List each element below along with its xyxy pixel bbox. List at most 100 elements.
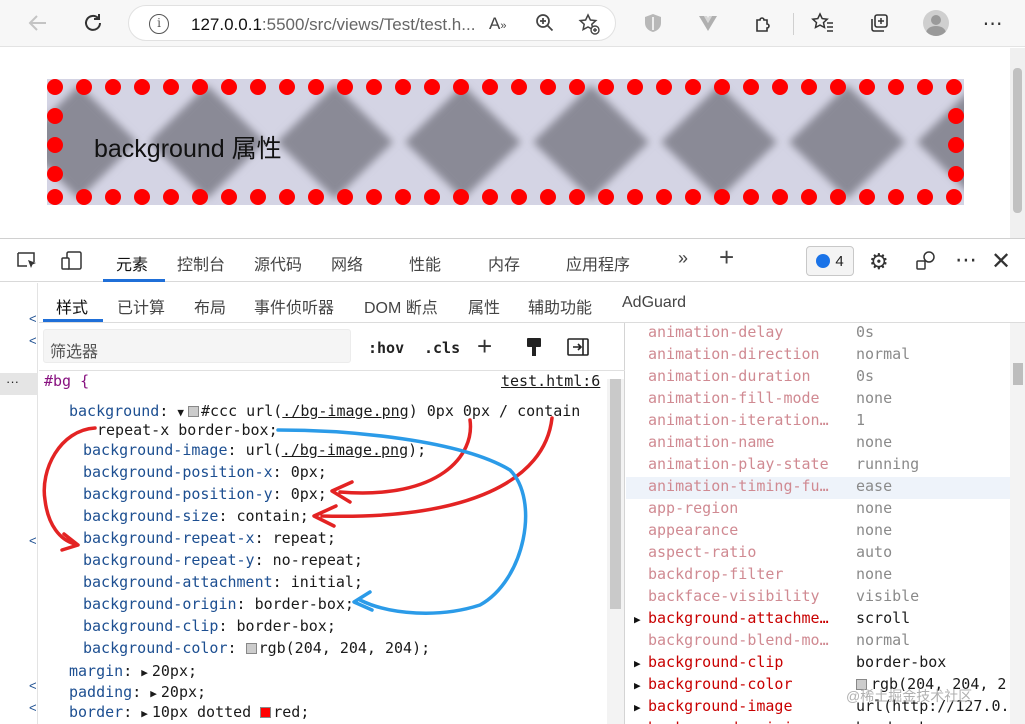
toggle-sidebar-icon[interactable]	[567, 338, 589, 361]
extensions-icon[interactable]	[749, 8, 779, 38]
computed-row[interactable]: backdrop-filter none	[626, 565, 1010, 587]
tab-performance[interactable]: 性能	[409, 251, 441, 275]
settings-gear-icon[interactable]: ⚙	[869, 249, 889, 275]
subtab-styles[interactable]: 样式	[56, 294, 88, 318]
computed-row[interactable]: animation-iteration… 1	[626, 411, 1010, 433]
color-swatch[interactable]	[188, 406, 199, 417]
computed-row[interactable]: appearance none	[626, 521, 1010, 543]
page-scroll-thumb[interactable]	[1013, 68, 1022, 213]
tab-elements[interactable]: 元素	[116, 251, 148, 275]
subtab-computed[interactable]: 已计算	[117, 294, 165, 318]
computed-row[interactable]: animation-duration 0s	[626, 367, 1010, 389]
computed-row[interactable]: animation-direction normal	[626, 345, 1010, 367]
info-icon[interactable]: i	[149, 14, 169, 34]
computed-prop-value: none	[856, 433, 893, 451]
tab-console[interactable]: 控制台	[177, 251, 225, 275]
computed-scroll-thumb[interactable]	[1013, 363, 1023, 385]
border-declaration[interactable]: border: ▶ 10px dotted red;	[69, 703, 309, 721]
read-aloud-icon[interactable]: A»	[489, 14, 506, 34]
padding-declaration[interactable]: padding: ▶ 20px;	[69, 683, 206, 701]
hov-button[interactable]: :hov	[368, 339, 404, 357]
expand-triangle-icon[interactable]: ▶	[634, 657, 641, 670]
refresh-icon[interactable]	[78, 8, 108, 38]
url-text[interactable]: 127.0.0.1:5500/src/views/Test/test.h...	[191, 15, 475, 35]
computed-row[interactable]: aspect-ratio auto	[626, 543, 1010, 565]
shield-icon[interactable]	[638, 8, 668, 38]
longhand-declaration[interactable]: background-position-y: 0px;	[83, 485, 327, 503]
devtools-menu-icon[interactable]: ⋯	[955, 247, 977, 273]
address-bar[interactable]: i 127.0.0.1:5500/src/views/Test/test.h..…	[128, 5, 616, 41]
expand-triangle-icon[interactable]: ▶	[141, 666, 148, 679]
cls-button[interactable]: .cls	[424, 339, 460, 357]
expand-triangle-icon[interactable]: ▶	[634, 701, 641, 714]
expand-triangle-icon[interactable]: ▶	[634, 679, 641, 692]
tab-memory[interactable]: 内存	[488, 251, 520, 275]
styles-scroll-thumb[interactable]	[610, 379, 621, 609]
more-tabs-icon[interactable]: »	[678, 248, 688, 269]
tab-application[interactable]: 应用程序	[566, 251, 630, 275]
paint-brush-icon[interactable]	[525, 337, 543, 362]
issues-badge[interactable]: 4	[806, 246, 854, 276]
computed-row[interactable]: app-region none	[626, 499, 1010, 521]
image-url-link[interactable]: ./bg-image.png	[282, 402, 408, 420]
longhand-declaration[interactable]: background-repeat-y: no-repeat;	[83, 551, 363, 569]
add-favorite-icon[interactable]	[577, 12, 601, 41]
subtab-properties[interactable]: 属性	[468, 294, 500, 318]
expand-triangle-icon[interactable]: ▶	[141, 707, 148, 720]
more-menu-icon[interactable]: ⋯	[978, 8, 1008, 38]
computed-prop-name: animation-direction	[648, 345, 820, 363]
vue-devtools-icon[interactable]	[693, 8, 723, 38]
expand-triangle-icon[interactable]: ▶	[150, 687, 157, 700]
longhand-declaration[interactable]: background-attachment: initial;	[83, 573, 363, 591]
computed-scrollbar[interactable]	[1010, 323, 1025, 724]
subtab-accessibility[interactable]: 辅助功能	[528, 294, 592, 318]
customize-icon[interactable]	[914, 249, 938, 278]
computed-row[interactable]: ▶ background-attachme… scroll	[626, 609, 1010, 631]
styles-filter-input[interactable]: 筛选器	[43, 329, 351, 363]
expand-triangle-icon[interactable]: ▼	[177, 406, 184, 419]
expand-triangle-icon[interactable]: ▶	[634, 613, 641, 626]
favorites-icon[interactable]	[808, 8, 838, 38]
computed-row[interactable]: animation-fill-mode none	[626, 389, 1010, 411]
tab-network[interactable]: 网络	[331, 251, 363, 275]
new-rule-icon[interactable]: +	[477, 331, 492, 362]
prop-value: 10px dotted	[151, 703, 252, 721]
subtab-layout[interactable]: 布局	[194, 294, 226, 318]
rule-source-link[interactable]: test.html:6	[501, 372, 600, 390]
computed-row[interactable]: animation-name none	[626, 433, 1010, 455]
tab-sources[interactable]: 源代码	[254, 251, 302, 275]
computed-row[interactable]: ▶background-originborder-box	[626, 719, 1010, 724]
collections-icon[interactable]	[864, 8, 894, 38]
longhand-declaration[interactable]: background-position-x: 0px;	[83, 463, 327, 481]
color-swatch[interactable]	[245, 643, 257, 654]
profile-avatar[interactable]	[921, 8, 951, 38]
computed-row[interactable]: animation-play-state running	[626, 455, 1010, 477]
longhand-declaration[interactable]: background-size: contain;	[83, 507, 309, 525]
styles-scrollbar[interactable]	[607, 379, 624, 724]
longhand-declaration[interactable]: background-origin: border-box;	[83, 595, 354, 613]
computed-row[interactable]: background-blend-mo… normal	[626, 631, 1010, 653]
subtab-dom-breakpoints[interactable]: DOM 断点	[364, 294, 438, 318]
margin-declaration[interactable]: margin: ▶ 20px;	[69, 662, 197, 680]
computed-row[interactable]: animation-delay 0s	[626, 323, 1010, 345]
subtab-event-listeners[interactable]: 事件侦听器	[254, 294, 334, 318]
back-icon[interactable]	[23, 8, 53, 38]
selected-node-dots[interactable]: ···	[0, 373, 38, 395]
close-devtools-icon[interactable]: ✕	[991, 247, 1011, 276]
color-swatch[interactable]	[260, 707, 272, 718]
computed-row[interactable]: ▶ background-clip border-box	[626, 653, 1010, 675]
longhand-declaration[interactable]: background-color: rgb(204, 204, 204);	[83, 639, 430, 657]
longhand-declaration[interactable]: background-repeat-x: repeat;	[83, 529, 336, 547]
inspect-element-icon[interactable]	[16, 251, 40, 276]
zoom-icon[interactable]	[534, 12, 556, 39]
add-tab-icon[interactable]: +	[719, 242, 734, 273]
longhand-declaration[interactable]: background-clip: border-box;	[83, 617, 336, 635]
computed-row[interactable]: animation-timing-fu… ease	[626, 477, 1010, 499]
background-shorthand[interactable]: background: ▼ #ccc url(./bg-image.png) 0p…	[69, 402, 580, 420]
page-scrollbar[interactable]	[1010, 48, 1025, 238]
subtab-adguard[interactable]: AdGuard	[622, 294, 686, 312]
image-url-link[interactable]: ./bg-image.png	[282, 441, 408, 459]
computed-row[interactable]: backface-visibility visible	[626, 587, 1010, 609]
device-toolbar-icon[interactable]	[60, 251, 84, 276]
longhand-declaration[interactable]: background-image: url(./bg-image.png);	[83, 441, 426, 459]
